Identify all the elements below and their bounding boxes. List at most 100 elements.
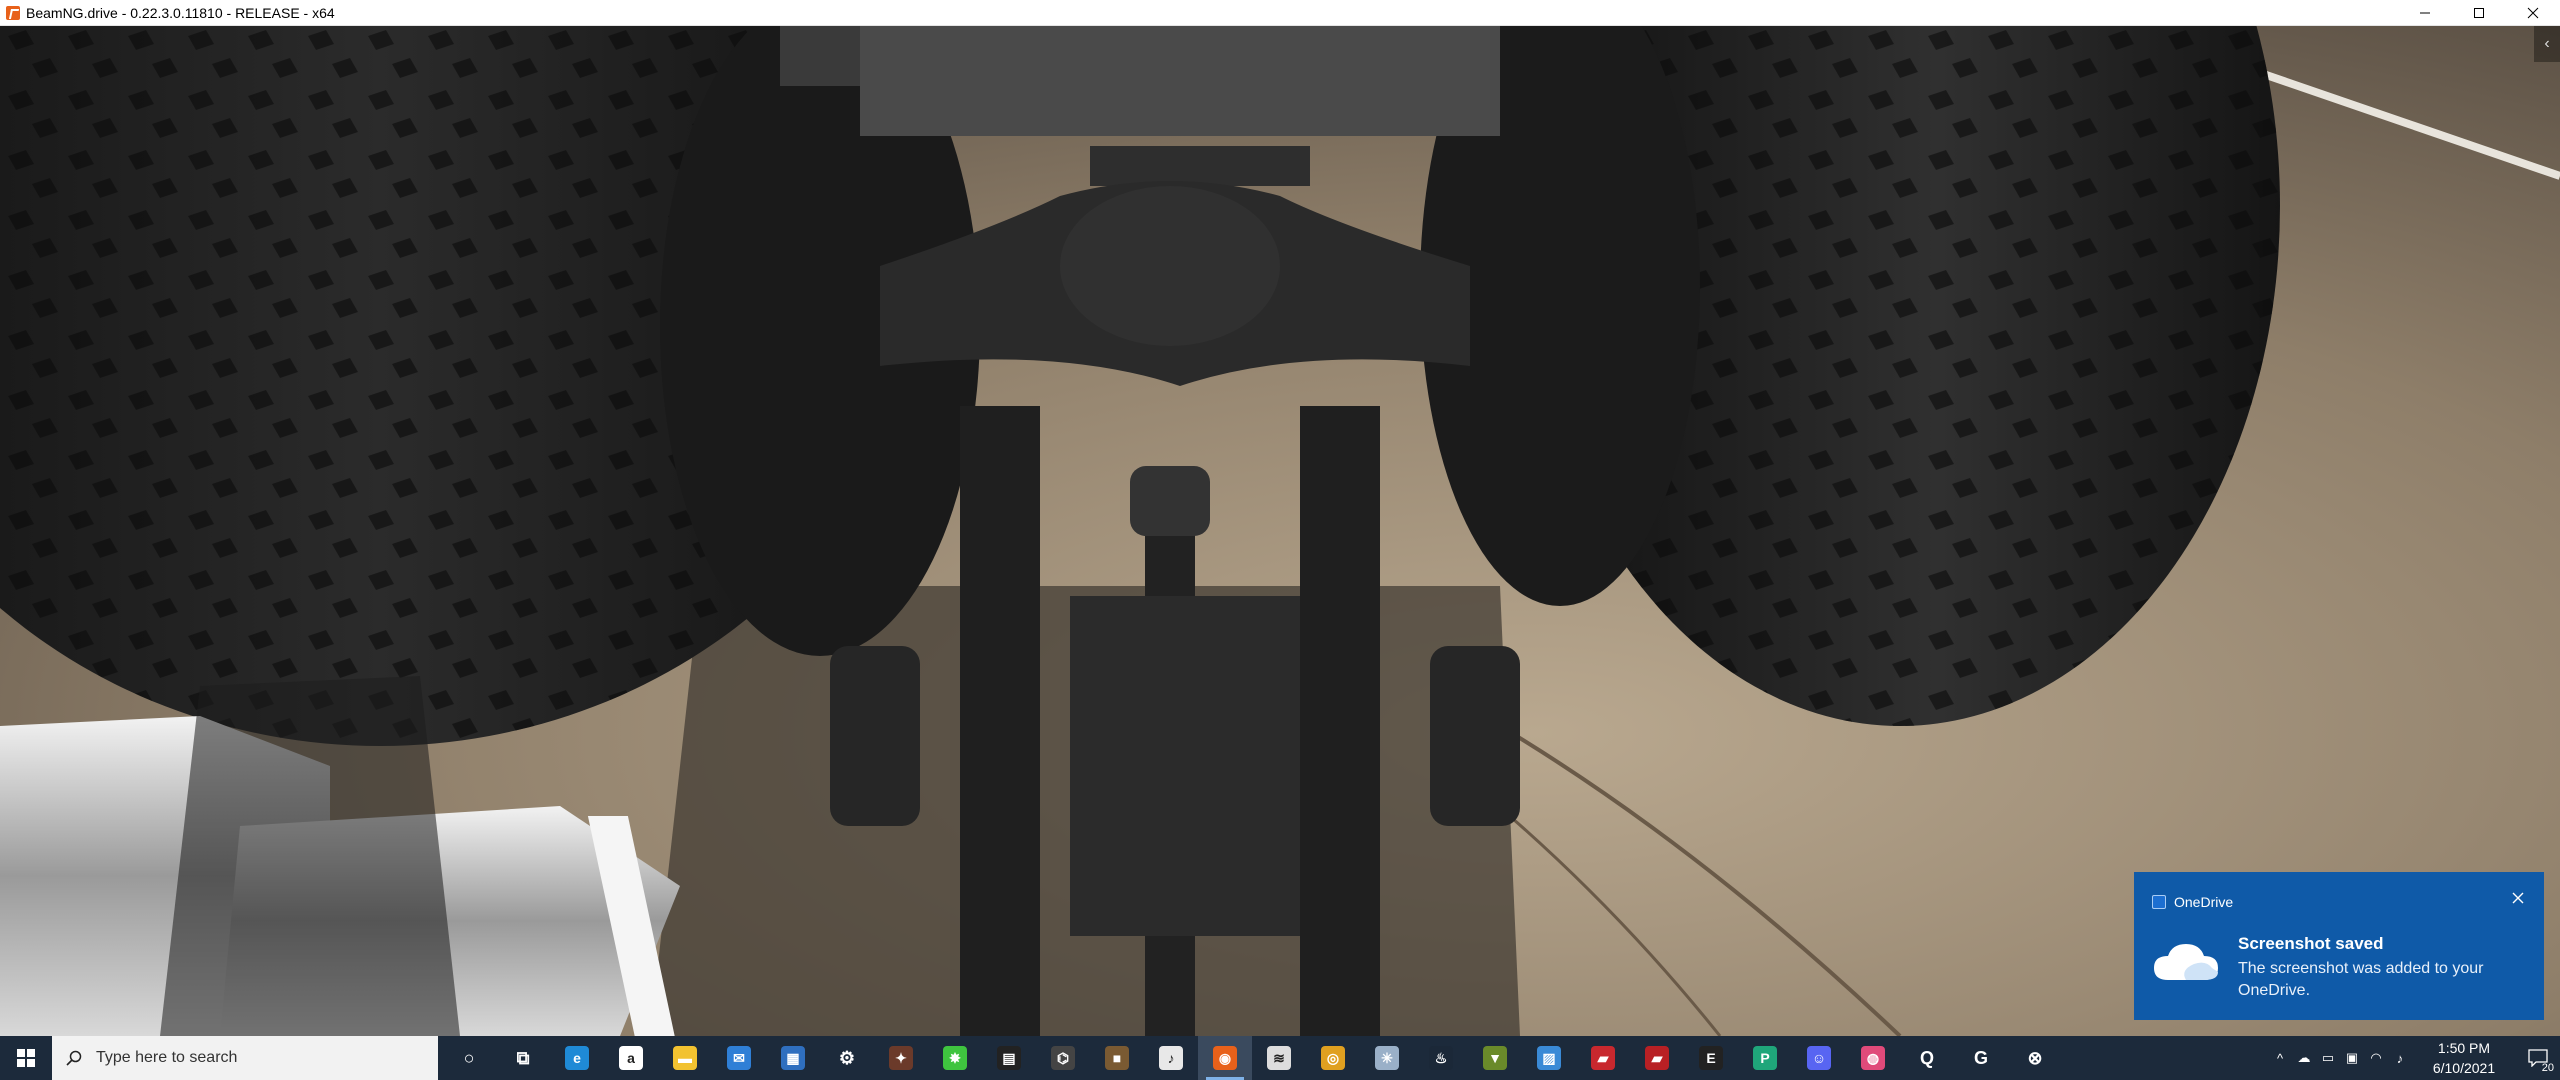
- minimize-icon: [2420, 12, 2430, 14]
- taskbar-app-green-app[interactable]: ▼: [1468, 1036, 1522, 1080]
- toast-header: OneDrive: [2152, 894, 2233, 910]
- beamng-icon: ◉: [1213, 1046, 1237, 1070]
- taskbar-app-g-app[interactable]: G: [1954, 1036, 2008, 1080]
- minecraft-icon: ■: [1105, 1046, 1129, 1070]
- taskbar-app-chrome[interactable]: ◎: [1306, 1036, 1360, 1080]
- notification-center-button[interactable]: 20: [2516, 1036, 2560, 1080]
- tray-icon-3[interactable]: ▣: [2340, 1036, 2364, 1080]
- task-view-icon: ⧉: [516, 1047, 530, 1068]
- taskbar-app-gear-app[interactable]: ✳: [1360, 1036, 1414, 1080]
- taskbar: ○⧉ea▬✉▦⚙✦✸▤⌬■♪◉≋◎✳♨▼▨▰▰EP☺◍QG⊗ ^☁▭▣◠♪ 1:…: [0, 1036, 2560, 1080]
- taskbar-app-amazon[interactable]: a: [604, 1036, 658, 1080]
- q-app-icon: Q: [1919, 1047, 1934, 1068]
- chrome-icon: ◎: [1321, 1046, 1345, 1070]
- steam-icon: ♨: [1429, 1046, 1453, 1070]
- taskbar-app-mail[interactable]: ✉: [712, 1036, 766, 1080]
- mail-icon: ✉: [727, 1046, 751, 1070]
- photos-icon: ▨: [1537, 1046, 1561, 1070]
- tray-icons: ^ ☁ ▭ ▣ ◠ ♪: [2268, 1036, 2412, 1080]
- system-tray: ^ ☁ ▭ ▣ ◠ ♪ 1:50 PM 6/10/2021 20: [2268, 1036, 2560, 1080]
- edge-icon: e: [565, 1046, 589, 1070]
- taskbar-app-razer[interactable]: ✸: [928, 1036, 982, 1080]
- g-app-icon: G: [1973, 1047, 1988, 1068]
- cortana-icon: ○: [463, 1047, 475, 1068]
- red-app-icon: ▰: [1591, 1046, 1615, 1070]
- onedrive-toast[interactable]: OneDrive Screenshot saved The screenshot…: [2134, 872, 2544, 1020]
- search-input[interactable]: [94, 1048, 418, 1068]
- taskbar-app-media[interactable]: ▤: [982, 1036, 1036, 1080]
- taskbar-app-game[interactable]: ✦: [874, 1036, 928, 1080]
- tray-icon-2[interactable]: ▭: [2316, 1036, 2340, 1080]
- taskbar-app-photos[interactable]: ▨: [1522, 1036, 1576, 1080]
- taskbar-app-red-app[interactable]: ▰: [1576, 1036, 1630, 1080]
- file-explorer-icon: ▬: [673, 1046, 697, 1070]
- green-app-icon: ▼: [1483, 1046, 1507, 1070]
- window-title: BeamNG.drive - 0.22.3.0.11810 - RELEASE …: [26, 4, 335, 21]
- taskbar-app-green-p[interactable]: P: [1738, 1036, 1792, 1080]
- game-icon: ✦: [889, 1046, 913, 1070]
- green-p-icon: P: [1753, 1046, 1777, 1070]
- side-panel-tab[interactable]: ‹: [2534, 26, 2560, 62]
- pinned-apps: ○ ⧉ e a ▬ ✉ ▦ ⚙ ✦ ✸ ▤ ⌬ ■ ♪ ◉ ≋ ◎ ✳ ♨ ▼ ▨ ▰ ▰ E P ☺ ◍ Q G ⊗: [442, 1036, 2062, 1080]
- onedrive-small-icon: [2152, 895, 2166, 909]
- store-icon: ▦: [781, 1046, 805, 1070]
- start-button[interactable]: [0, 1036, 52, 1080]
- maximize-icon: [2474, 8, 2484, 18]
- clock[interactable]: 1:50 PM 6/10/2021: [2412, 1038, 2516, 1078]
- onedrive-cloud-icon: [2154, 944, 2218, 980]
- close-icon: [2527, 7, 2539, 19]
- taskbar-app-discord[interactable]: ☺: [1792, 1036, 1846, 1080]
- beamng-app-icon: [6, 5, 20, 20]
- taskbar-app-xbox[interactable]: ⊗: [2008, 1036, 2062, 1080]
- app-icon: ⌬: [1051, 1046, 1075, 1070]
- taskbar-app-cortana[interactable]: ○: [442, 1036, 496, 1080]
- taskbar-app-steam[interactable]: ♨: [1414, 1036, 1468, 1080]
- itunes-icon: ♪: [1159, 1046, 1183, 1070]
- amazon-icon: a: [619, 1046, 643, 1070]
- taskbar-app-itunes[interactable]: ♪: [1144, 1036, 1198, 1080]
- discord-icon: ☺: [1807, 1046, 1831, 1070]
- taskbar-app-edge[interactable]: e: [550, 1036, 604, 1080]
- red-app-2-icon: ▰: [1645, 1046, 1669, 1070]
- gear-app-icon: ✳: [1375, 1046, 1399, 1070]
- epic-games-icon: E: [1699, 1046, 1723, 1070]
- tray-icon-1[interactable]: ☁: [2292, 1036, 2316, 1080]
- tray-icon-4[interactable]: ◠: [2364, 1036, 2388, 1080]
- title-bar: BeamNG.drive - 0.22.3.0.11810 - RELEASE …: [0, 0, 2560, 26]
- clock-time: 1:50 PM: [2437, 1040, 2491, 1056]
- taskbar-app-pink-app[interactable]: ◍: [1846, 1036, 1900, 1080]
- taskbar-app-store[interactable]: ▦: [766, 1036, 820, 1080]
- toast-body: The screenshot was added to your OneDriv…: [2238, 960, 2484, 999]
- taskbar-app-task-view[interactable]: ⧉: [496, 1036, 550, 1080]
- taskbar-app-file-explorer[interactable]: ▬: [658, 1036, 712, 1080]
- windows-logo-icon: [17, 1049, 35, 1067]
- xbox-icon: ⊗: [2027, 1047, 2043, 1068]
- taskbar-app-epic-games[interactable]: E: [1684, 1036, 1738, 1080]
- taskbar-app-red-app-2[interactable]: ▰: [1630, 1036, 1684, 1080]
- clock-date: 6/10/2021: [2432, 1060, 2496, 1076]
- taskbar-app-minecraft[interactable]: ■: [1090, 1036, 1144, 1080]
- taskbar-app-settings[interactable]: ⚙: [820, 1036, 874, 1080]
- taskbar-app-layers[interactable]: ≋: [1252, 1036, 1306, 1080]
- window-controls: [2398, 0, 2560, 26]
- media-icon: ▤: [997, 1046, 1021, 1070]
- toast-close-button[interactable]: [2510, 890, 2526, 906]
- tray-icon-0[interactable]: ^: [2268, 1036, 2292, 1080]
- taskbar-app-app[interactable]: ⌬: [1036, 1036, 1090, 1080]
- close-button[interactable]: [2506, 0, 2560, 26]
- chevron-left-icon: ‹: [2544, 35, 2550, 52]
- tray-icon-5[interactable]: ♪: [2388, 1036, 2412, 1080]
- maximize-button[interactable]: [2452, 0, 2506, 26]
- minimize-button[interactable]: [2398, 0, 2452, 26]
- taskbar-app-q-app[interactable]: Q: [1900, 1036, 1954, 1080]
- taskbar-app-beamng[interactable]: ◉: [1198, 1036, 1252, 1080]
- toast-title: Screenshot saved: [2238, 934, 2384, 953]
- search-icon: [66, 1050, 82, 1066]
- pink-app-icon: ◍: [1861, 1046, 1885, 1070]
- settings-icon: ⚙: [838, 1047, 856, 1068]
- toast-app-name: OneDrive: [2174, 894, 2234, 910]
- notification-count: 20: [2541, 1062, 2554, 1074]
- taskbar-search[interactable]: [52, 1036, 438, 1080]
- razer-icon: ✸: [943, 1046, 967, 1070]
- layers-icon: ≋: [1267, 1046, 1291, 1070]
